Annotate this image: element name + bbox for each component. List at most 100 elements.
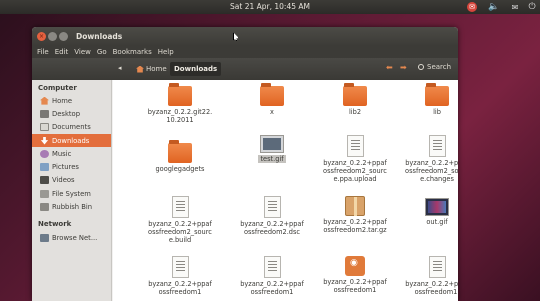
- file-item[interactable]: byzanz_0.2.2+ppafossfreedom1: [239, 256, 305, 296]
- back-arrow-icon[interactable]: ⬅: [386, 63, 393, 72]
- file-item[interactable]: lib2: [322, 83, 388, 116]
- search-icon: [418, 64, 424, 70]
- file-manager-window: × Downloads File Edit View Go Bookmarks …: [32, 27, 458, 301]
- title-bar[interactable]: × Downloads: [32, 27, 458, 46]
- file-item[interactable]: byzanz_0.2.2+ppafossfreedom2.dsc: [239, 196, 305, 236]
- file-item[interactable]: byzanz_0.2.2+ppafossfreedom2_source.chan…: [404, 135, 458, 183]
- file-label: byzanz_0.2.2+ppafossfreedom1.: [405, 280, 458, 296]
- file-item[interactable]: byzanz_0.2.2+ppafossfreedom1.: [404, 256, 458, 296]
- menu-bookmarks[interactable]: Bookmarks: [113, 48, 152, 56]
- text-file-icon: [171, 196, 189, 218]
- sidebar-item-browse-network[interactable]: Browse Net...: [32, 232, 111, 245]
- forward-arrow-icon[interactable]: ➡: [400, 63, 407, 72]
- mail-icon[interactable]: ✉: [466, 1, 478, 13]
- breadcrumb-downloads[interactable]: Downloads: [170, 62, 222, 76]
- sidebar-item-label: Pictures: [52, 163, 79, 172]
- network-icon: [40, 234, 49, 243]
- sidebar-item-home[interactable]: Home: [32, 94, 111, 107]
- breadcrumb-home-label: Home: [146, 65, 167, 73]
- music-icon: [40, 149, 49, 158]
- menu-help[interactable]: Help: [158, 48, 174, 56]
- home-icon: [136, 65, 144, 73]
- image-file-icon: [425, 198, 449, 216]
- sidebar-heading-network: Network: [38, 219, 72, 228]
- file-item[interactable]: test.gif: [239, 135, 305, 163]
- image-file-icon: [260, 135, 284, 153]
- file-label: out.gif: [426, 218, 448, 226]
- sidebar-item-desktop[interactable]: Desktop: [32, 107, 111, 120]
- file-label: byzanz_0.2.2+ppafossfreedom2_source.buil…: [148, 220, 212, 244]
- menu-view[interactable]: View: [74, 48, 91, 56]
- chat-icon[interactable]: ✉: [510, 1, 520, 13]
- volume-icon[interactable]: 🔈: [488, 1, 500, 13]
- file-item[interactable]: byzanz_0.2.2+ppafossfreedom2_source.ppa.…: [322, 135, 388, 183]
- sidebar-item-filesystem[interactable]: File System: [32, 187, 111, 200]
- toolbar: ◂ Home Downloads ⬅ ➡ Search: [32, 58, 458, 80]
- file-label: byzanz_0.2.2+ppafossfreedom2_source.ppa.…: [323, 159, 387, 183]
- sidebar-item-downloads[interactable]: Downloads: [32, 133, 111, 148]
- file-label: byzanz_0.2.2+ppafossfreedom1: [148, 280, 212, 296]
- file-label: googlegadgets: [155, 165, 205, 173]
- sidebar-item-trash[interactable]: Rubbish Bin: [32, 200, 111, 213]
- file-item[interactable]: lib: [404, 83, 458, 116]
- text-file-icon: [428, 135, 446, 157]
- videos-icon: [40, 176, 49, 185]
- file-item[interactable]: byzanz_0.2.2+ppafossfreedom1: [147, 256, 213, 296]
- home-icon: [40, 96, 49, 105]
- file-item[interactable]: googlegadgets: [147, 140, 213, 173]
- sidebar-item-pictures[interactable]: Pictures: [32, 160, 111, 173]
- power-icon[interactable]: ⏻: [526, 1, 538, 13]
- search-label: Search: [427, 63, 452, 71]
- file-item[interactable]: byzanz_0.2.2+ppafossfreedom1: [322, 256, 388, 294]
- sidebar-item-label: Videos: [52, 176, 75, 185]
- sidebar-item-label: File System: [52, 189, 91, 198]
- file-item[interactable]: x: [239, 83, 305, 116]
- file-item[interactable]: byzanz_0.2.2.git22.10.2011: [147, 83, 213, 124]
- file-item[interactable]: byzanz_0.2.2+ppafossfreedom2_source.buil…: [147, 196, 213, 244]
- sidebar-item-label: Music: [52, 149, 72, 158]
- minimize-button[interactable]: [48, 32, 57, 41]
- archive-icon: [345, 196, 365, 216]
- text-file-icon: [171, 256, 189, 278]
- close-button[interactable]: ×: [37, 32, 46, 41]
- folder-icon: [343, 83, 367, 106]
- file-label: byzanz_0.2.2+ppafossfreedom2_source.chan…: [405, 159, 458, 183]
- trash-icon: [40, 203, 49, 212]
- file-view[interactable]: byzanz_0.2.2.git22.10.2011 x lib2 lib go…: [113, 80, 458, 301]
- downloads-icon: [40, 136, 49, 145]
- file-item[interactable]: out.gif: [404, 198, 458, 226]
- package-icon: [345, 256, 365, 276]
- sidebar-item-music[interactable]: Music: [32, 147, 111, 160]
- sidebar-item-documents[interactable]: Documents: [32, 121, 111, 134]
- text-file-icon: [346, 135, 364, 157]
- top-panel: Sat 21 Apr, 10:45 AM ✉ 🔈 ✉ ⏻: [0, 0, 540, 14]
- breadcrumb-downloads-label: Downloads: [174, 65, 218, 73]
- pictures-icon: [40, 163, 49, 172]
- text-file-icon: [263, 256, 281, 278]
- menu-file[interactable]: File: [37, 48, 49, 56]
- folder-icon: [425, 83, 449, 106]
- file-label: test.gif: [258, 155, 286, 163]
- sidebar: Computer Home Desktop Documents Download…: [32, 80, 112, 301]
- search-button[interactable]: Search: [418, 63, 451, 71]
- text-file-icon: [263, 196, 281, 218]
- menu-go[interactable]: Go: [97, 48, 107, 56]
- sidebar-item-label: Desktop: [52, 109, 81, 118]
- menu-edit[interactable]: Edit: [55, 48, 69, 56]
- file-label: x: [270, 108, 274, 116]
- file-item[interactable]: byzanz_0.2.2+ppafossfreedom2.tar.gz: [322, 196, 388, 234]
- folder-icon: [168, 140, 192, 163]
- file-label: byzanz_0.2.2+ppafossfreedom2.tar.gz: [323, 218, 387, 234]
- sidebar-item-label: Documents: [52, 123, 91, 132]
- sidebar-item-videos[interactable]: Videos: [32, 174, 111, 187]
- sidebar-item-label: Browse Net...: [52, 234, 98, 243]
- clock[interactable]: Sat 21 Apr, 10:45 AM: [0, 2, 540, 11]
- breadcrumb-home[interactable]: Home: [132, 62, 171, 76]
- file-label: lib: [433, 108, 441, 116]
- sidebar-item-label: Home: [52, 96, 73, 105]
- folder-icon: [168, 83, 192, 106]
- sidebar-heading-computer: Computer: [38, 84, 77, 92]
- file-label: lib2: [348, 108, 362, 116]
- breadcrumb-left-arrow-icon[interactable]: ◂: [118, 64, 122, 72]
- maximize-button[interactable]: [59, 32, 68, 41]
